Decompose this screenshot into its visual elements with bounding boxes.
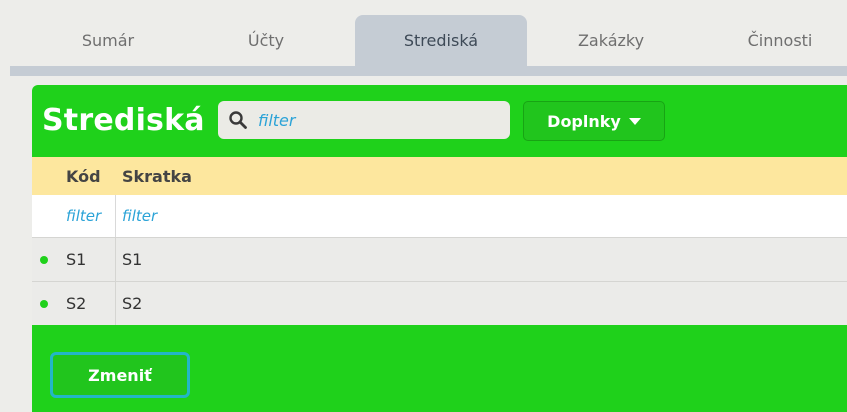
tab-zakazky[interactable]: Zakázky <box>541 15 681 66</box>
column-header-skratka[interactable]: Skratka <box>116 157 847 195</box>
addons-dropdown-button[interactable]: Doplnky <box>523 101 665 141</box>
tab-sumar[interactable]: Sumár <box>38 15 178 66</box>
table-filter-row: filter filter <box>32 195 847 237</box>
filter-skratka-input[interactable]: filter <box>116 195 847 237</box>
column-header-kod[interactable]: Kód <box>60 157 116 195</box>
addons-label: Doplnky <box>547 111 621 131</box>
left-rail <box>0 66 10 412</box>
change-button[interactable]: Zmeniť <box>50 352 190 398</box>
table-header-row: Kód Skratka <box>32 157 847 195</box>
change-label: Zmeniť <box>88 365 152 385</box>
table-row[interactable]: S2 S2 <box>32 281 847 325</box>
cell-kod: S2 <box>60 282 116 325</box>
status-dot-icon <box>40 299 48 308</box>
tab-underline-band <box>10 66 847 76</box>
strediska-table: Kód Skratka filter filter S1 S1 S2 S2 <box>32 157 847 325</box>
tab-ucty[interactable]: Účty <box>196 15 336 66</box>
tab-cinnosti[interactable]: Činnosti <box>710 15 847 66</box>
tab-strediska[interactable]: Strediská <box>355 15 527 66</box>
cell-kod: S1 <box>60 238 116 281</box>
status-dot-icon <box>40 255 48 264</box>
caret-down-icon <box>628 117 641 125</box>
search-input[interactable] <box>258 107 498 133</box>
filter-kod-input[interactable]: filter <box>60 195 116 237</box>
page-title: Strediská <box>42 103 205 138</box>
strediska-panel: Strediská Doplnky Kód Skratka filter fil… <box>32 85 847 412</box>
cell-skratka: S2 <box>122 294 143 313</box>
table-row[interactable]: S1 S1 <box>32 237 847 281</box>
tab-bar: Sumár Účty Strediská Zakázky Činnosti <box>0 0 847 66</box>
search-box <box>218 101 510 139</box>
cell-skratka: S1 <box>122 250 143 269</box>
search-icon <box>229 111 247 129</box>
